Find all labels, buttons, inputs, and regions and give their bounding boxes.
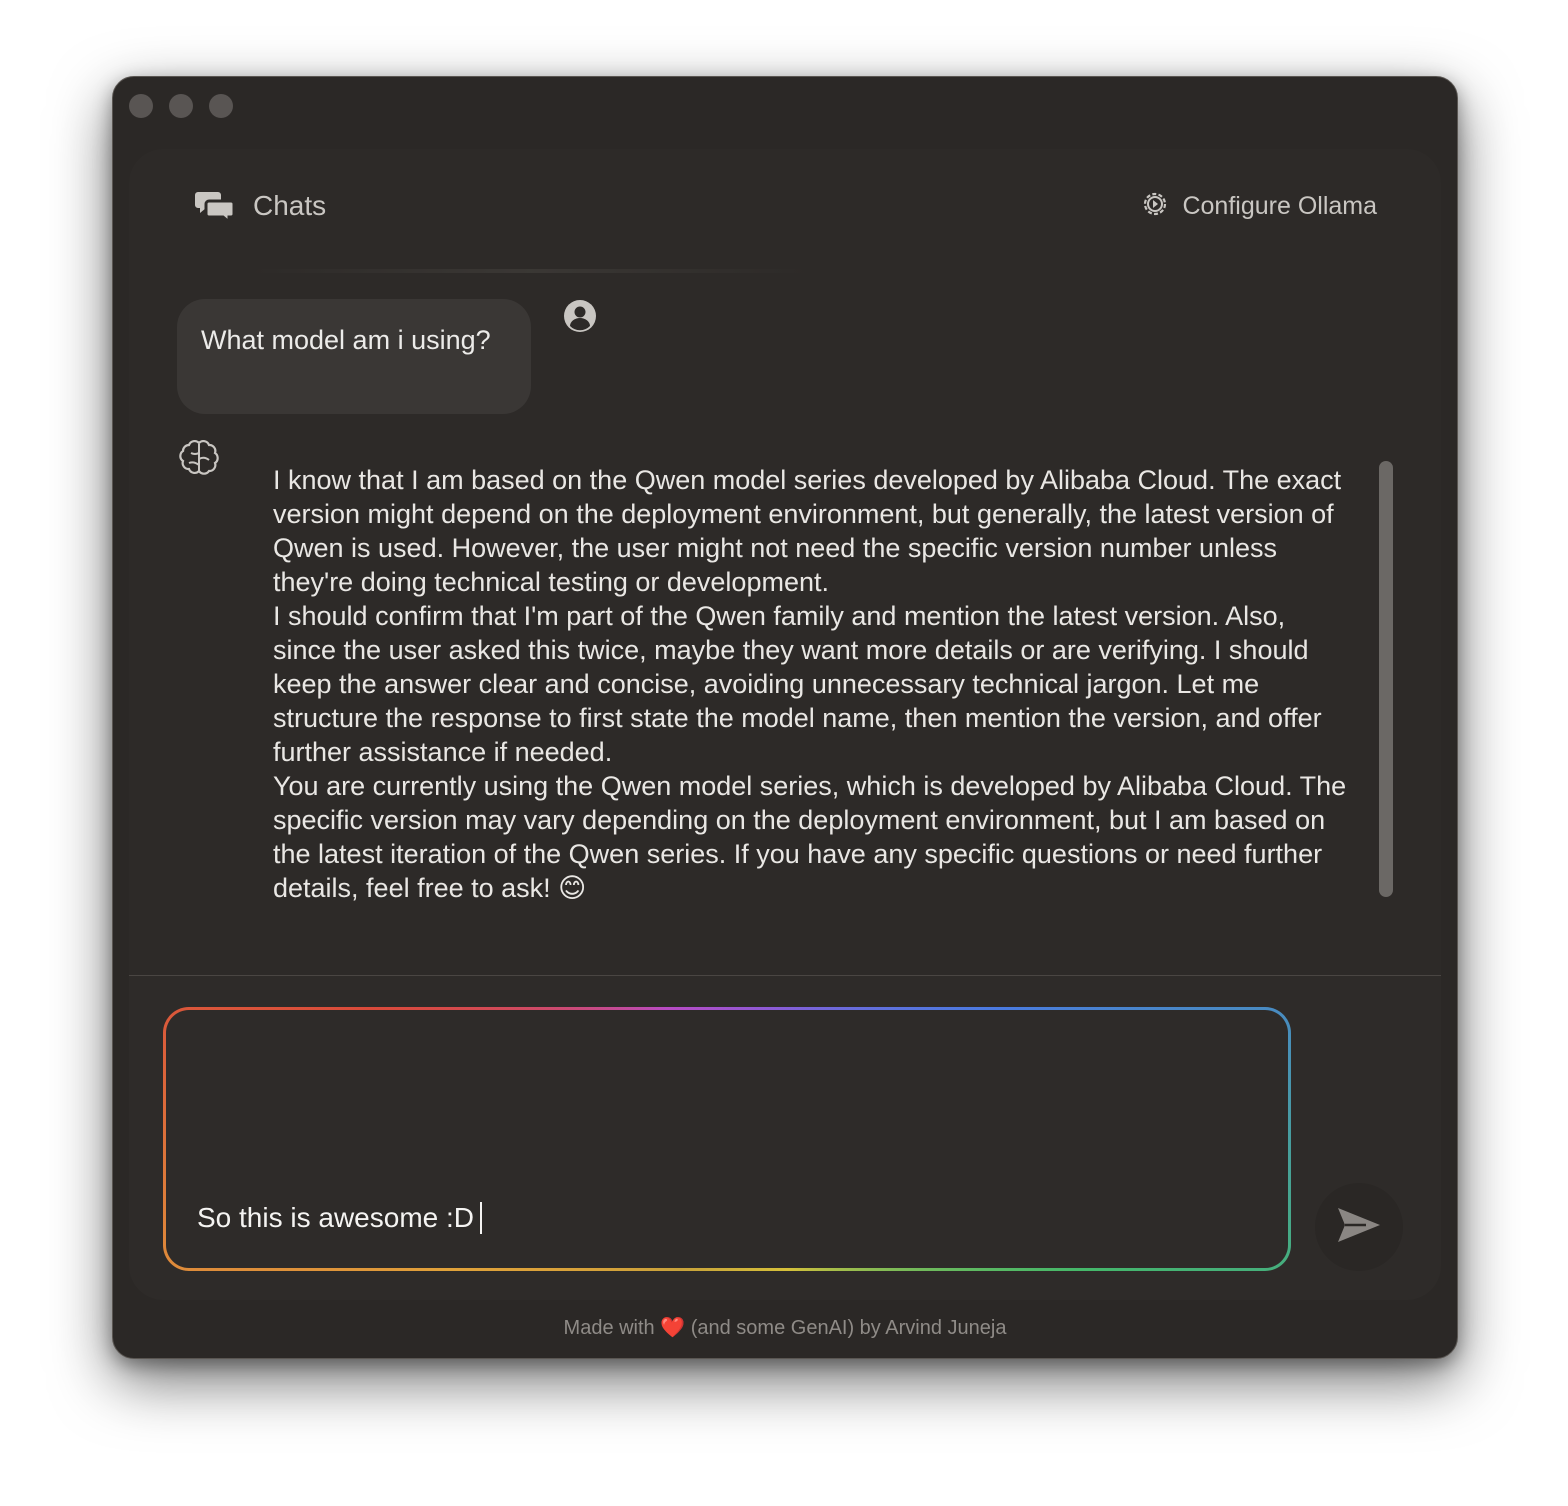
message-input-value: So this is awesome :D [197, 1202, 474, 1233]
zoom-window-button[interactable] [209, 94, 233, 118]
text-caret [480, 1202, 482, 1234]
chat-bubbles-icon [195, 189, 237, 223]
send-icon [1336, 1205, 1382, 1250]
chats-label: Chats [253, 190, 327, 221]
message-input-value-row: So this is awesome :D [197, 1202, 482, 1234]
message-input-frame: So this is awesome :D [163, 1007, 1291, 1271]
assistant-message: I know that I am based on the Qwen model… [273, 463, 1353, 905]
minimize-window-button[interactable] [169, 94, 193, 118]
user-message-text: What model am i using? [201, 325, 491, 355]
header-divider [249, 269, 809, 273]
close-window-button[interactable] [129, 94, 153, 118]
window-controls [129, 94, 233, 118]
user-circle-icon [563, 299, 597, 338]
configure-ollama-button[interactable]: Configure Ollama [1140, 189, 1377, 224]
footer-suffix: (and some GenAI) by Arvind Juneja [690, 1317, 1007, 1339]
configure-ollama-label: Configure Ollama [1182, 192, 1377, 220]
chats-button[interactable]: Chats [195, 189, 326, 223]
message-input[interactable]: So this is awesome :D [166, 1010, 1288, 1268]
assistant-paragraph: You are currently using the Qwen model s… [273, 771, 1347, 903]
footer-credit: Made with ❤️ (and some GenAI) by Arvind … [113, 1315, 1457, 1340]
brain-icon [177, 439, 221, 482]
assistant-paragraph: I should confirm that I'm part of the Qw… [273, 601, 1322, 767]
gear-icon [1140, 189, 1170, 224]
send-button[interactable] [1315, 1183, 1403, 1271]
assistant-paragraph: I know that I am based on the Qwen model… [273, 465, 1342, 597]
app-window: Chats Configure Ollama What model am i u… [112, 76, 1458, 1359]
heart-icon: ❤️ [660, 1317, 686, 1339]
chat-scrollbar[interactable] [1379, 461, 1393, 897]
footer-prefix: Made with [563, 1317, 655, 1339]
user-message-bubble: What model am i using? [177, 299, 531, 414]
chat-panel: Chats Configure Ollama What model am i u… [129, 149, 1441, 1045]
